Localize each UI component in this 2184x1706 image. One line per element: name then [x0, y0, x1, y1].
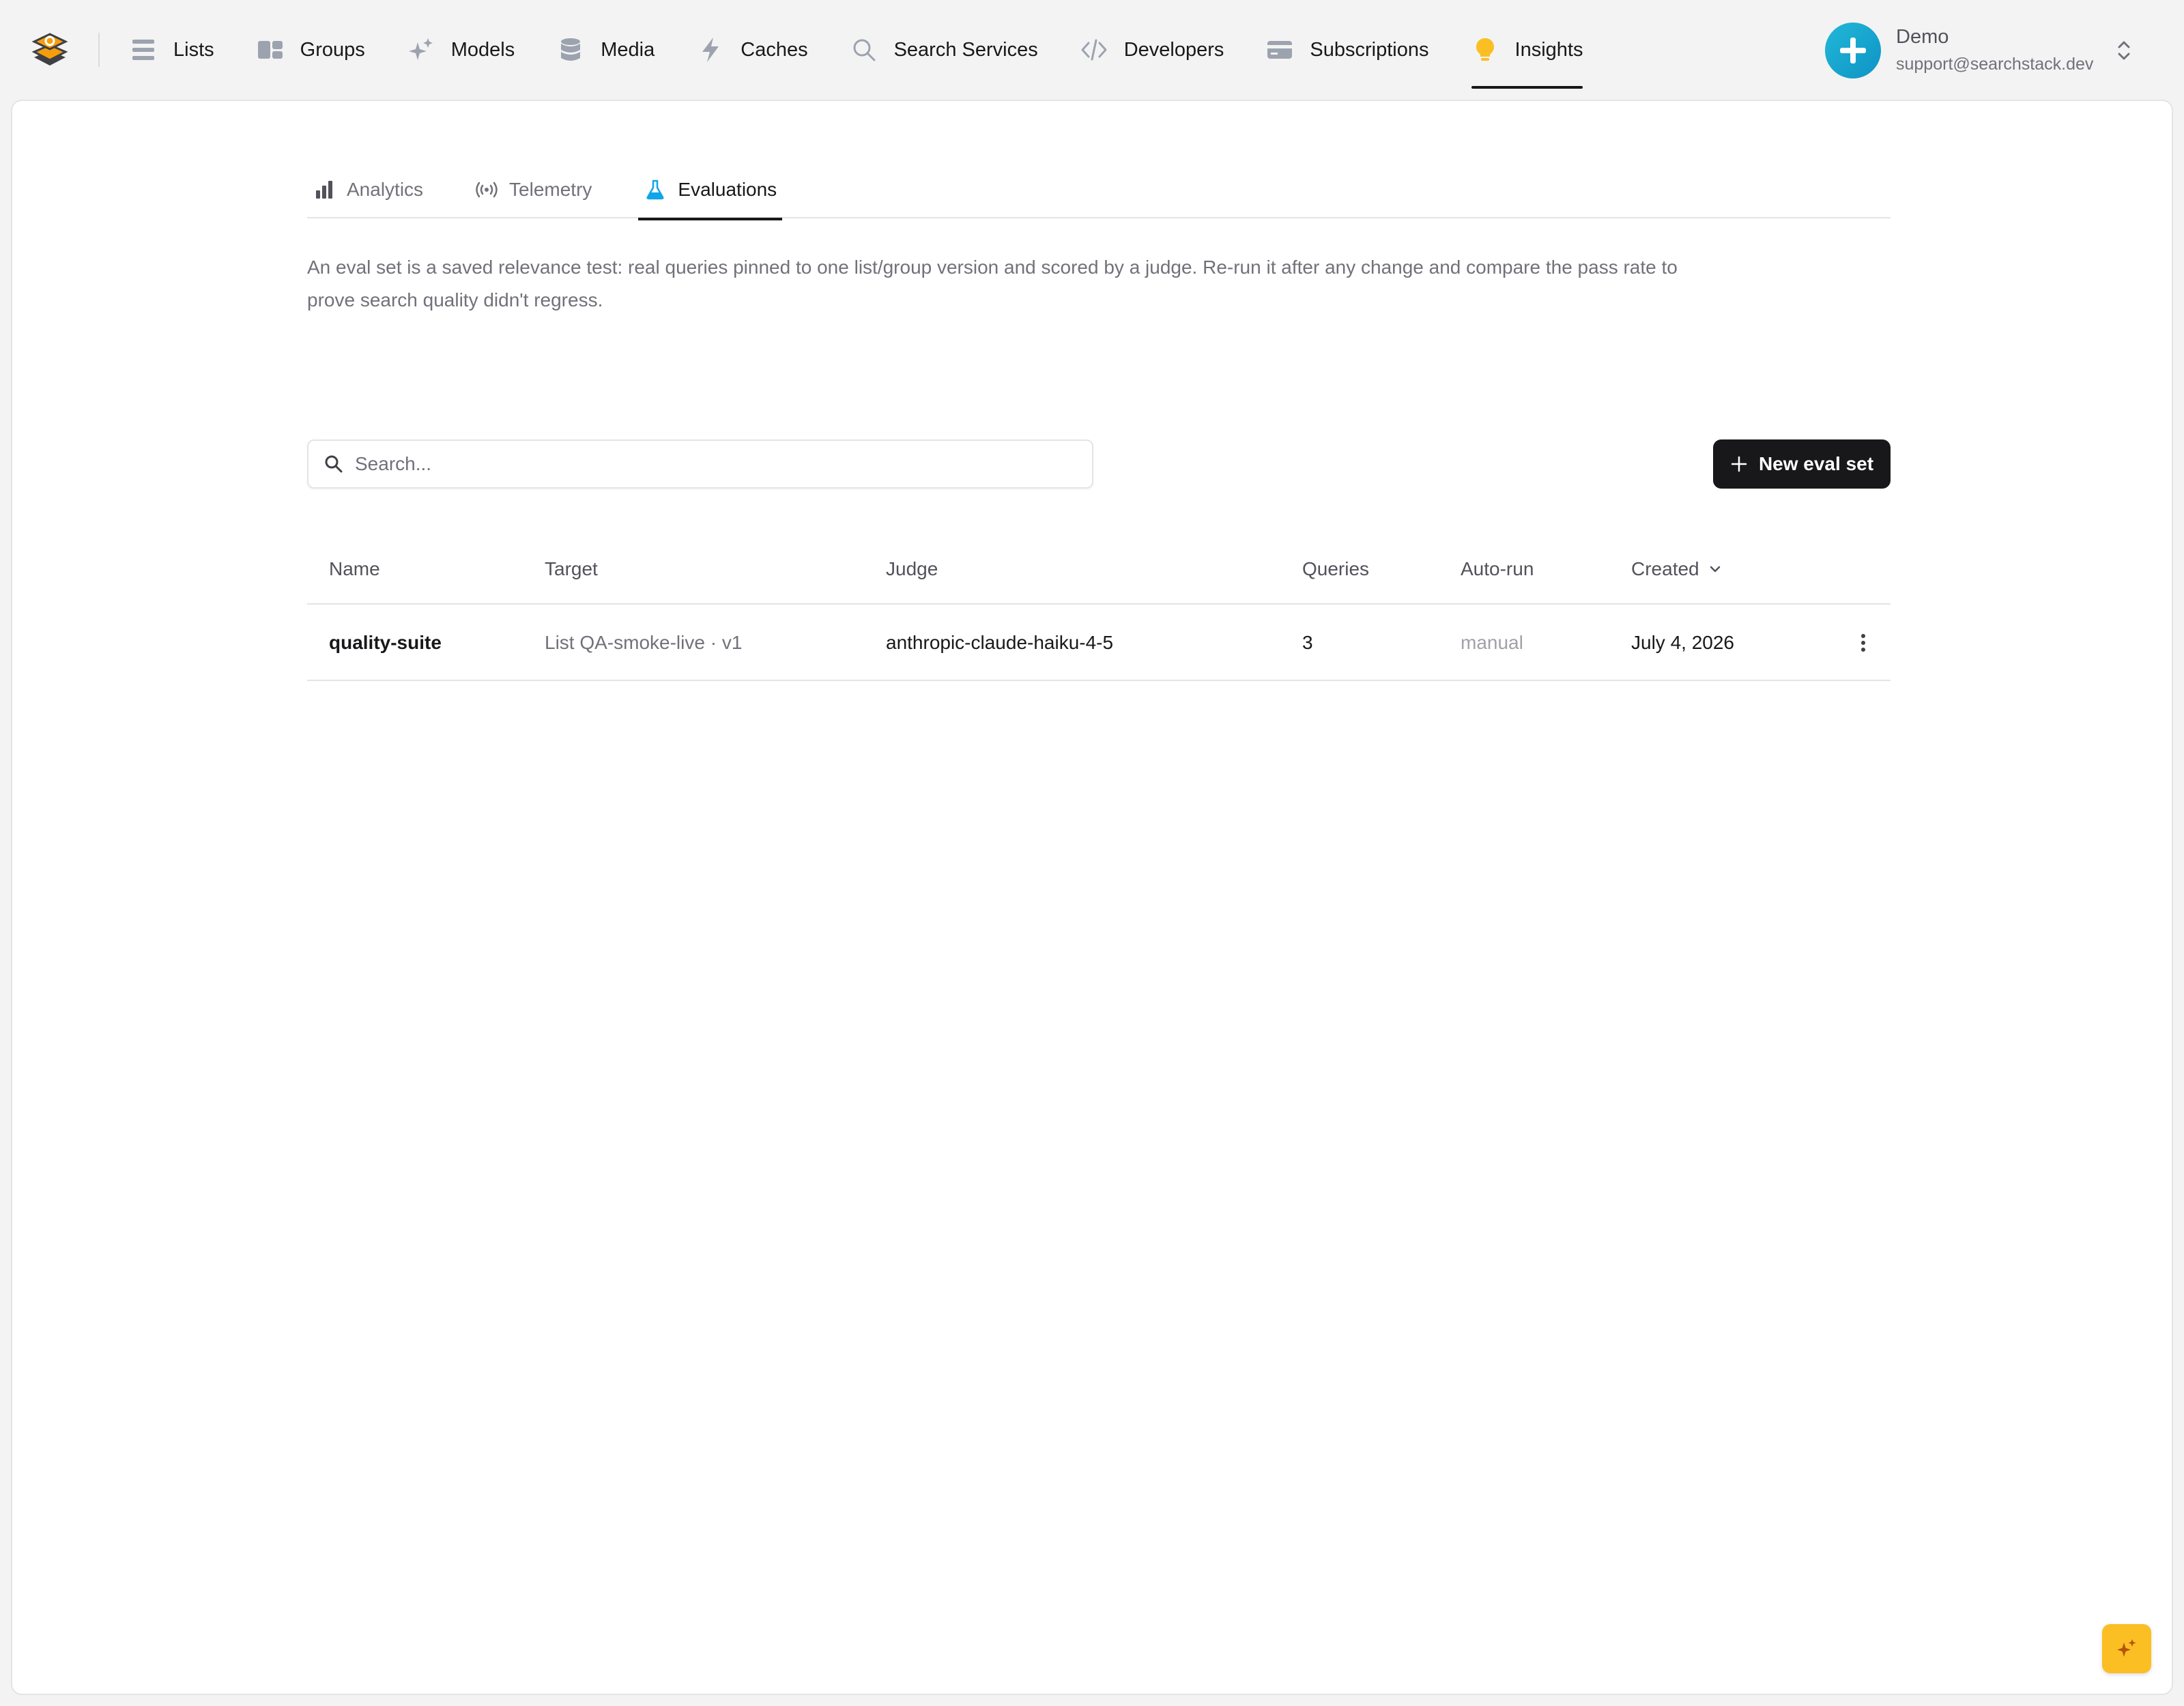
plus-icon	[1840, 38, 1866, 63]
database-icon	[557, 36, 584, 63]
broadcast-icon	[475, 178, 498, 201]
page-description: An eval set is a saved relevance test: r…	[307, 257, 1678, 310]
nav-item-label: Search Services	[893, 38, 1038, 61]
tab-analytics[interactable]: Analytics	[307, 161, 429, 218]
nav-item-label: Insights	[1514, 38, 1583, 61]
new-eval-set-label: New eval set	[1758, 453, 1874, 474]
avatar	[1825, 23, 1881, 78]
plus-icon	[1731, 456, 1747, 472]
nav-item-search-services[interactable]: Search Services	[850, 0, 1038, 100]
more-vertical-icon	[1861, 634, 1865, 652]
user-name: Demo	[1896, 26, 1949, 48]
column-header-created-label: Created	[1631, 558, 1699, 579]
search-input[interactable]	[355, 453, 1078, 475]
cell-created: July 4, 2026	[1631, 632, 1734, 653]
list-icon	[130, 36, 157, 63]
groups-icon	[257, 36, 284, 63]
column-header-judge[interactable]: Judge	[886, 558, 938, 580]
flask-icon	[644, 178, 667, 201]
cell-target: List QA-smoke-live · v1	[545, 632, 743, 653]
nav-item-label: Subscriptions	[1310, 38, 1429, 61]
cell-name[interactable]: quality-suite	[329, 605, 442, 681]
column-header-created[interactable]: Created	[1631, 558, 1723, 580]
nav-item-label: Lists	[173, 38, 214, 61]
nav-item-label: Developers	[1123, 38, 1224, 61]
bar-chart-icon	[313, 178, 336, 201]
insights-tabs: Analytics Telemetry Evaluations	[307, 161, 1891, 220]
new-eval-set-button[interactable]: New eval set	[1713, 439, 1891, 489]
assistant-button[interactable]	[2102, 1624, 2151, 1673]
search-icon	[325, 455, 343, 473]
chevron-up-down-icon	[2118, 41, 2130, 60]
divider	[98, 33, 100, 67]
table-row[interactable]: quality-suite List QA-smoke-live · v1 an…	[307, 605, 1891, 681]
column-header-queries[interactable]: Queries	[1302, 558, 1369, 580]
nav-item-lists[interactable]: Lists	[130, 0, 214, 100]
tab-label: Analytics	[347, 179, 424, 200]
credit-card-icon	[1266, 36, 1293, 63]
cell-autorun: manual	[1461, 632, 1523, 653]
column-header-target[interactable]: Target	[545, 558, 598, 580]
nav-item-groups[interactable]: Groups	[257, 0, 365, 100]
search-box[interactable]	[307, 439, 1093, 489]
code-icon	[1080, 36, 1108, 63]
row-actions-button[interactable]	[1850, 629, 1877, 656]
tab-telemetry[interactable]: Telemetry	[470, 161, 597, 218]
bolt-icon	[697, 36, 724, 63]
cell-queries: 3	[1302, 632, 1313, 653]
column-header-autorun[interactable]: Auto-run	[1461, 558, 1534, 580]
nav-item-label: Caches	[741, 38, 808, 61]
sparkles-icon	[2117, 1639, 2136, 1657]
lightbulb-icon	[1471, 36, 1499, 63]
tab-evaluations[interactable]: Evaluations	[638, 161, 782, 220]
search-icon	[850, 36, 878, 63]
nav-item-insights[interactable]: Insights	[1471, 0, 1583, 100]
nav-item-label: Groups	[300, 38, 365, 61]
nav-item-subscriptions[interactable]: Subscriptions	[1266, 0, 1429, 100]
column-header-name[interactable]: Name	[329, 558, 380, 580]
nav-item-caches[interactable]: Caches	[697, 0, 808, 100]
tab-label: Evaluations	[678, 179, 777, 200]
tab-label: Telemetry	[509, 179, 592, 200]
logo-icon[interactable]	[30, 30, 70, 70]
table-header: Name Target Judge Queries Auto-run Creat…	[307, 535, 1891, 605]
main-card: Analytics Telemetry Evaluations An eval …	[11, 100, 2173, 1695]
top-navigation: Lists Groups Models Media Caches Search …	[0, 0, 2184, 100]
eval-sets-table: Name Target Judge Queries Auto-run Creat…	[307, 535, 1891, 681]
cell-judge: anthropic-claude-haiku-4-5	[886, 632, 1114, 653]
sparkles-icon	[407, 36, 435, 63]
user-info: Demo support@searchstack.dev	[1896, 23, 2093, 78]
nav-item-developers[interactable]: Developers	[1080, 0, 1224, 100]
nav-item-media[interactable]: Media	[557, 0, 655, 100]
nav-item-label: Models	[450, 38, 515, 61]
chevron-down-icon	[1710, 566, 1720, 573]
nav-item-label: Media	[601, 38, 655, 61]
user-email: support@searchstack.dev	[1896, 55, 2094, 74]
user-menu[interactable]: Demo support@searchstack.dev	[1825, 22, 2134, 79]
nav-item-models[interactable]: Models	[407, 0, 515, 100]
main-nav: Lists Groups Models Media Caches Search …	[130, 0, 1625, 100]
